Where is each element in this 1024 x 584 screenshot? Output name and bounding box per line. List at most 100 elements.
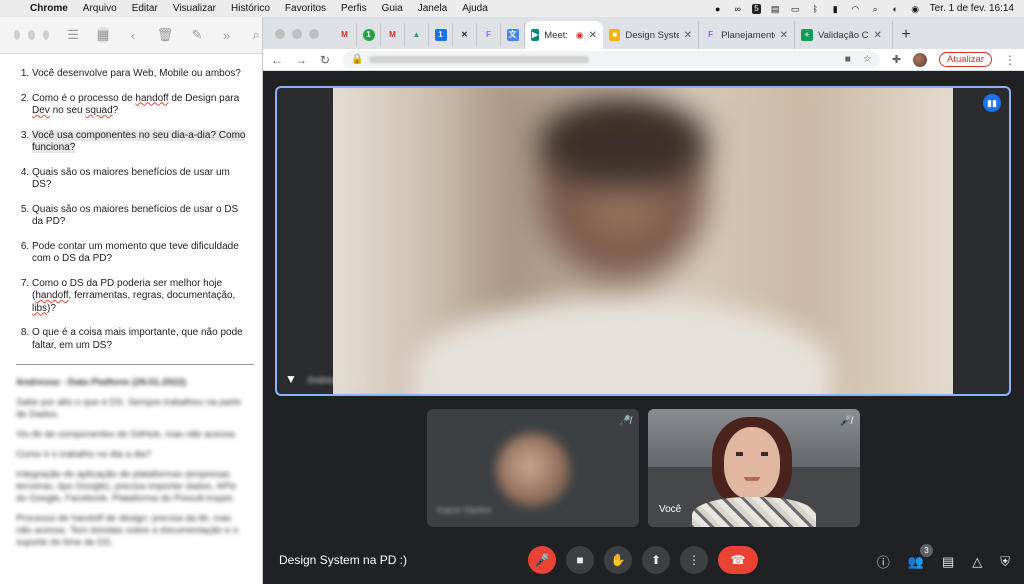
- figma-icon: F: [708, 30, 713, 39]
- pinned-tab-gmail-2[interactable]: M: [381, 23, 405, 47]
- new-tab-button[interactable]: +: [893, 21, 919, 49]
- pinned-tab-x-app[interactable]: ✕: [453, 23, 477, 47]
- meet-page: ▮▮ ▼ Andressa Silva 🎤̸ Inacio Santos 🎤̸ …: [263, 71, 1024, 584]
- menu-arquivo[interactable]: Arquivo: [83, 3, 117, 14]
- minimize-window-button[interactable]: [28, 30, 35, 40]
- bookmark-star-icon[interactable]: ☆: [863, 54, 872, 65]
- creative-cloud-icon[interactable]: ∞: [732, 4, 743, 14]
- list-item: Como o DS da PD poderia ser melhor hoje …: [32, 278, 248, 316]
- menu-visualizar[interactable]: Visualizar: [173, 3, 216, 14]
- pinned-tab-calendar[interactable]: 1: [429, 23, 453, 47]
- wifi-icon[interactable]: ◠: [850, 4, 861, 14]
- pinned-tab-gmail[interactable]: M: [333, 23, 357, 47]
- question-text: Como é o processo de: [32, 92, 136, 104]
- tab-strip: M 1 M ▲ 1 ✕ F 文 ▶ Meet: De ◉ ✕ ■ Design …: [263, 17, 1024, 49]
- gallery-view-icon[interactable]: ▦: [96, 27, 110, 43]
- whatsapp-icon: 1: [362, 29, 375, 41]
- menu-favoritos[interactable]: Favoritos: [285, 3, 326, 14]
- mic-toggle-button[interactable]: 🎤: [528, 546, 556, 574]
- camera-tray-icon[interactable]: ●: [712, 4, 723, 14]
- menu-editar[interactable]: Editar: [132, 3, 158, 14]
- activities-icon[interactable]: △: [972, 554, 982, 570]
- drive-icon: ▲: [412, 30, 421, 39]
- tab-design-system[interactable]: ■ Design Syste ✕: [603, 21, 699, 49]
- menubar-clock[interactable]: Ter. 1 de fev. 16:14: [930, 3, 1014, 14]
- meeting-title: Design System na PD :): [279, 553, 408, 567]
- camera-toggle-button[interactable]: ■: [566, 546, 594, 574]
- menu-perfis[interactable]: Perfis: [341, 3, 367, 14]
- raise-hand-button[interactable]: ✋: [604, 546, 632, 574]
- misspelled-word: Dev: [32, 105, 50, 116]
- leave-call-button[interactable]: ☎: [718, 546, 758, 574]
- people-icon[interactable]: 👥 3: [908, 543, 933, 570]
- close-tab-icon[interactable]: ✕: [874, 30, 882, 41]
- trash-icon[interactable]: 🗑: [157, 27, 174, 43]
- list-view-icon[interactable]: ☰: [67, 27, 79, 43]
- menu-historico[interactable]: Histórico: [231, 3, 270, 14]
- more-options-button[interactable]: ⋮: [680, 546, 708, 574]
- address-bar[interactable]: 🔒 ■ ☆: [343, 51, 880, 68]
- more-icon[interactable]: »: [221, 28, 233, 43]
- lock-icon[interactable]: 🔒: [351, 54, 363, 65]
- blurred-line: Como é o trabalho no dia a dia?: [16, 449, 152, 460]
- battery-icon[interactable]: ▮: [830, 4, 841, 14]
- close-tab-icon[interactable]: ✕: [684, 30, 692, 41]
- menu-app-chrome[interactable]: Chrome: [30, 3, 68, 14]
- participants-count-badge: 3: [919, 543, 933, 557]
- reload-icon[interactable]: ↻: [319, 53, 331, 67]
- minimize-window-button[interactable]: [292, 29, 302, 39]
- update-button[interactable]: Atualizar: [939, 52, 992, 67]
- self-view-tile[interactable]: 🎤̸ Você: [648, 409, 860, 527]
- tab-meet[interactable]: ▶ Meet: De ◉ ✕: [525, 21, 603, 49]
- note-content[interactable]: Você desenvolve para Web, Mobile ou ambo…: [0, 54, 262, 352]
- siri-icon[interactable]: ◉: [910, 4, 921, 14]
- blurred-heading: Andressa - Data Platform (28.01.2022): [16, 377, 187, 388]
- participant-tile[interactable]: 🎤̸ Inacio Santos: [427, 409, 639, 527]
- pinned-tab-drive[interactable]: ▲: [405, 23, 429, 47]
- chat-icon[interactable]: ▤: [942, 554, 954, 570]
- pinned-tabs: M 1 M ▲ 1 ✕ F 文: [333, 21, 525, 49]
- meeting-details-icon[interactable]: ⓘ: [877, 552, 890, 571]
- list-item: Quais são os maiores benefícios de usar …: [32, 204, 248, 229]
- close-window-button[interactable]: [275, 29, 285, 39]
- menu-guia[interactable]: Guia: [382, 3, 403, 14]
- pinned-tab-figma[interactable]: F: [477, 23, 501, 47]
- extensions-puzzle-icon[interactable]: ✚: [892, 53, 901, 66]
- close-tab-icon[interactable]: ✕: [589, 30, 597, 41]
- misspelled-word: handoff: [35, 290, 69, 301]
- calendar-icon: 1: [434, 29, 447, 41]
- compose-icon[interactable]: ✎: [191, 27, 203, 43]
- camera-in-use-icon[interactable]: ■: [845, 54, 851, 65]
- zoom-window-button[interactable]: [42, 30, 50, 40]
- self-view-face: [724, 427, 780, 499]
- forward-arrow-icon[interactable]: →: [295, 53, 307, 67]
- chrome-menu-icon[interactable]: ⋮: [1004, 53, 1016, 67]
- pinned-tab-whatsapp[interactable]: 1: [357, 23, 381, 47]
- close-tab-icon[interactable]: ✕: [780, 30, 788, 41]
- present-screen-button[interactable]: ⬆: [642, 546, 670, 574]
- screen-icon[interactable]: ▭: [790, 4, 801, 14]
- spotlight-search-icon[interactable]: ⌕: [870, 4, 881, 14]
- profile-avatar[interactable]: [913, 52, 928, 67]
- search-icon[interactable]: ⌕: [250, 27, 262, 43]
- back-icon[interactable]: ‹: [127, 28, 139, 43]
- tray-badge[interactable]: 5: [752, 3, 761, 14]
- menu-ajuda[interactable]: Ajuda: [462, 3, 488, 14]
- misspelled-word: handoff: [135, 92, 169, 104]
- host-controls-icon[interactable]: ⛨: [1000, 554, 1010, 570]
- tab-planejamento[interactable]: F Planejamento ✕: [699, 21, 795, 49]
- blurred-line: Viu lib de componentes do GitHub, mas nã…: [16, 429, 238, 440]
- menu-janela[interactable]: Janela: [418, 3, 447, 14]
- close-window-button[interactable]: [14, 30, 21, 40]
- control-center-icon[interactable]: ◐: [890, 4, 901, 14]
- pin-icon[interactable]: ▼: [285, 372, 297, 386]
- back-arrow-icon[interactable]: ←: [271, 53, 283, 67]
- main-speaker-tile[interactable]: ▮▮ ▼ Andressa Silva: [275, 86, 1011, 396]
- list-item: Quais são os maiores benefícios de usar …: [32, 167, 248, 192]
- zoom-window-button[interactable]: [309, 29, 319, 39]
- pinned-tab-translate[interactable]: 文: [501, 23, 525, 47]
- self-view-mouth: [744, 477, 760, 481]
- clipboard-icon[interactable]: ▤: [770, 4, 781, 14]
- bluetooth-icon[interactable]: ᛒ: [810, 4, 821, 14]
- tab-validacao[interactable]: + Validação C ✕: [795, 21, 893, 49]
